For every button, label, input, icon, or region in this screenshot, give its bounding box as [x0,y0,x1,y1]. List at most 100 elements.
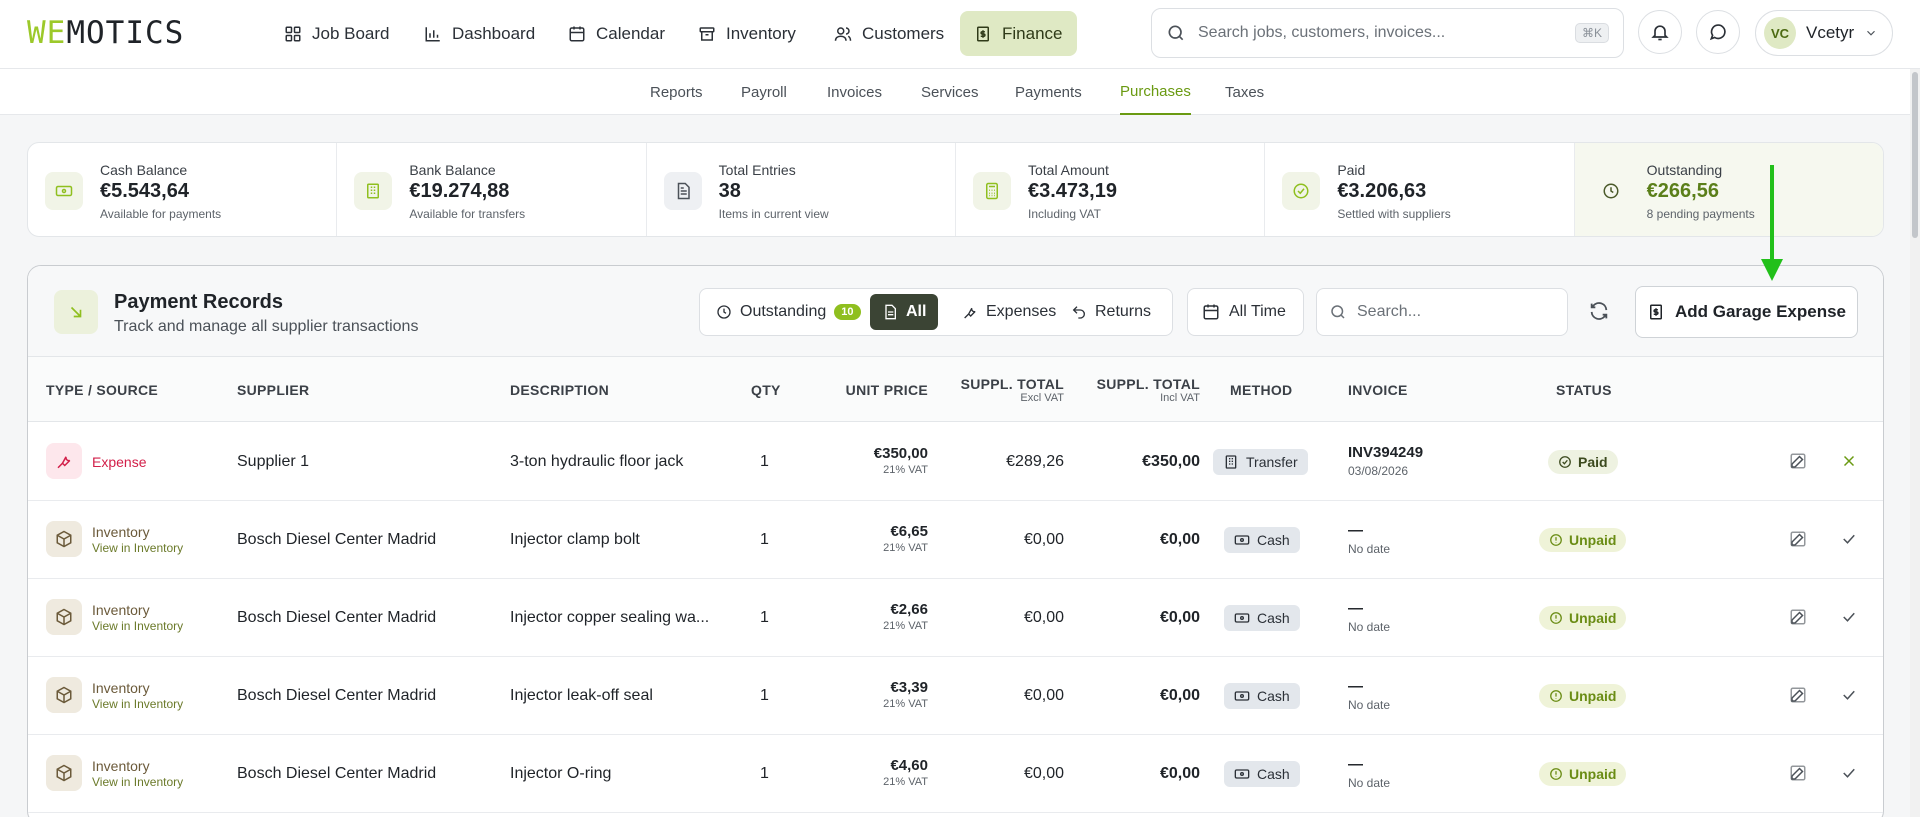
nav-item-inventory[interactable]: Inventory [684,11,810,56]
refresh-button[interactable] [1586,298,1612,324]
table-row[interactable]: Inventory View in Inventory Bosch Diesel … [28,501,1883,579]
column-header-total-incl-vat[interactable]: SUPPL. TOTAL Incl VAT [1064,357,1200,422]
edit-button[interactable] [1788,451,1808,471]
description-cell: Injector clamp bolt [510,530,640,548]
filter-all-button[interactable]: All [870,294,939,330]
status-cell: Unpaid [1539,501,1627,578]
description-cell: Injector leak-off seal [510,686,653,704]
table-row[interactable]: Expense Supplier 1 3-ton hydraulic floor… [28,423,1883,501]
nav-item-dashboard[interactable]: Dashboard [410,11,549,56]
column-header-method[interactable]: METHOD [1230,357,1292,422]
view-in-inventory-link[interactable]: View in Inventory [92,618,183,634]
type-label: Inventory [92,679,150,696]
global-search-input[interactable]: Search jobs, customers, invoices... ⌘K [1151,8,1624,58]
table-row[interactable]: Inventory View in Inventory Bosch Diesel … [28,579,1883,657]
stat-label: Total Amount [1027,162,1109,178]
nav-item-customers[interactable]: Customers [820,11,958,56]
alert-circle-icon [1550,533,1562,546]
column-header-qty[interactable]: QTY [751,357,781,422]
archive-icon [699,26,715,41]
table-row[interactable]: Inventory View in Inventory Bosch Diesel … [28,735,1883,813]
edit-button[interactable] [1788,763,1808,783]
bar-chart-icon [425,26,440,41]
document-icon [663,172,702,210]
view-in-inventory-link[interactable]: View in Inventory [92,696,183,712]
stat-label: Paid [1337,162,1366,178]
scrollbar-thumb[interactable] [1912,72,1918,238]
cancel-payment-button[interactable] [1839,451,1859,471]
type-source: Inventory View in Inventory [92,501,183,578]
table-row[interactable]: Inventory View in Inventory Bosch Diesel … [28,657,1883,735]
tab-taxes[interactable]: Taxes [1225,69,1264,115]
edit-button[interactable] [1788,685,1808,705]
calculator-icon [972,172,1011,210]
status-cell: Paid [1548,423,1618,500]
column-header-type[interactable]: TYPE / SOURCE [46,357,158,422]
column-header-description[interactable]: DESCRIPTION [510,357,609,422]
status-badge: Paid [1548,449,1618,474]
tab-purchases[interactable]: Purchases [1120,69,1191,115]
total-incl-cell: €0,00 [1159,686,1200,704]
column-header-invoice[interactable]: INVOICE [1348,357,1408,422]
stat-total-amount: Total Amount €3.473,19 Including VAT [956,143,1266,236]
page-scrollbar[interactable] [1910,69,1920,817]
user-name: Vcetyr [1806,23,1855,42]
add-garage-expense-button[interactable]: Add Garage Expense [1635,286,1858,338]
table-header: TYPE / SOURCE SUPPLIER DESCRIPTION QTY U… [28,357,1883,422]
supplier-cell: Supplier 1 [237,452,310,470]
tab-reports[interactable]: Reports [650,69,703,115]
column-header-status[interactable]: STATUS [1556,357,1612,422]
filter-expenses-button[interactable]: Expenses [950,294,1068,330]
view-in-inventory-link[interactable]: View in Inventory [92,774,183,790]
status-cell: Unpaid [1539,579,1627,656]
nav-item-job-board[interactable]: Job Board [270,11,404,56]
time-range-button[interactable]: All Time [1187,288,1304,336]
filter-label: Expenses [986,303,1057,320]
nav-item-calendar[interactable]: Calendar [554,11,679,56]
description-cell: 3-ton hydraulic floor jack [510,452,684,470]
stat-paid: Paid €3.206,63 Settled with suppliers [1265,143,1575,236]
status-badge: Unpaid [1539,605,1627,630]
tab-payments[interactable]: Payments [1015,69,1082,115]
filter-returns-button[interactable]: Returns [1059,294,1163,330]
tab-payroll[interactable]: Payroll [741,69,787,115]
mark-paid-button[interactable] [1839,607,1859,627]
unit-price-cell: €4,60 21% VAT [883,756,928,788]
type-label: Inventory [92,601,150,618]
check-icon [1843,612,1855,622]
tab-invoices[interactable]: Invoices [827,69,882,115]
wemotics-logo[interactable]: WEMOTICS [27,17,184,50]
edit-button[interactable] [1788,607,1808,627]
method-badge: Cash [1224,604,1300,631]
total-incl-cell: €0,00 [1159,608,1200,626]
alert-circle-icon [1550,689,1562,702]
edit-button[interactable] [1788,529,1808,549]
mark-paid-button[interactable] [1839,763,1859,783]
stat-value: €3.473,19 [1027,180,1117,202]
user-menu-button[interactable]: VC Vcetyr [1755,10,1893,56]
view-in-inventory-link[interactable]: View in Inventory [92,540,183,556]
messages-button[interactable] [1696,10,1740,54]
tab-services[interactable]: Services [921,69,979,115]
check-circle-icon [1559,455,1571,468]
method-badge: Cash [1224,526,1300,553]
stat-cash-balance: Cash Balance €5.543,64 Available for pay… [28,143,338,236]
notifications-button[interactable] [1638,10,1682,54]
search-icon [1331,305,1345,319]
banknote-icon [1234,534,1250,545]
stat-subtitle: Items in current view [718,207,829,221]
edit-icon [1790,687,1806,703]
column-header-unit-price[interactable]: UNIT PRICE [808,357,928,422]
invoice-cell: — No date [1348,677,1391,712]
column-header-supplier[interactable]: SUPPLIER [237,357,309,422]
nav-item-finance[interactable]: Finance [960,11,1077,56]
stat-subtitle: 8 pending payments [1646,207,1755,221]
filter-outstanding-button[interactable]: Outstanding 10 [704,294,873,330]
edit-icon [1790,609,1806,625]
mark-paid-button[interactable] [1839,685,1859,705]
mark-paid-button[interactable] [1839,529,1859,549]
records-search-input[interactable]: Search... [1316,288,1568,336]
stat-value: 38 [718,180,741,202]
column-header-total-excl-vat[interactable]: SUPPL. TOTAL Excl VAT [928,357,1064,422]
unit-price-cell: €3,39 21% VAT [883,678,928,710]
